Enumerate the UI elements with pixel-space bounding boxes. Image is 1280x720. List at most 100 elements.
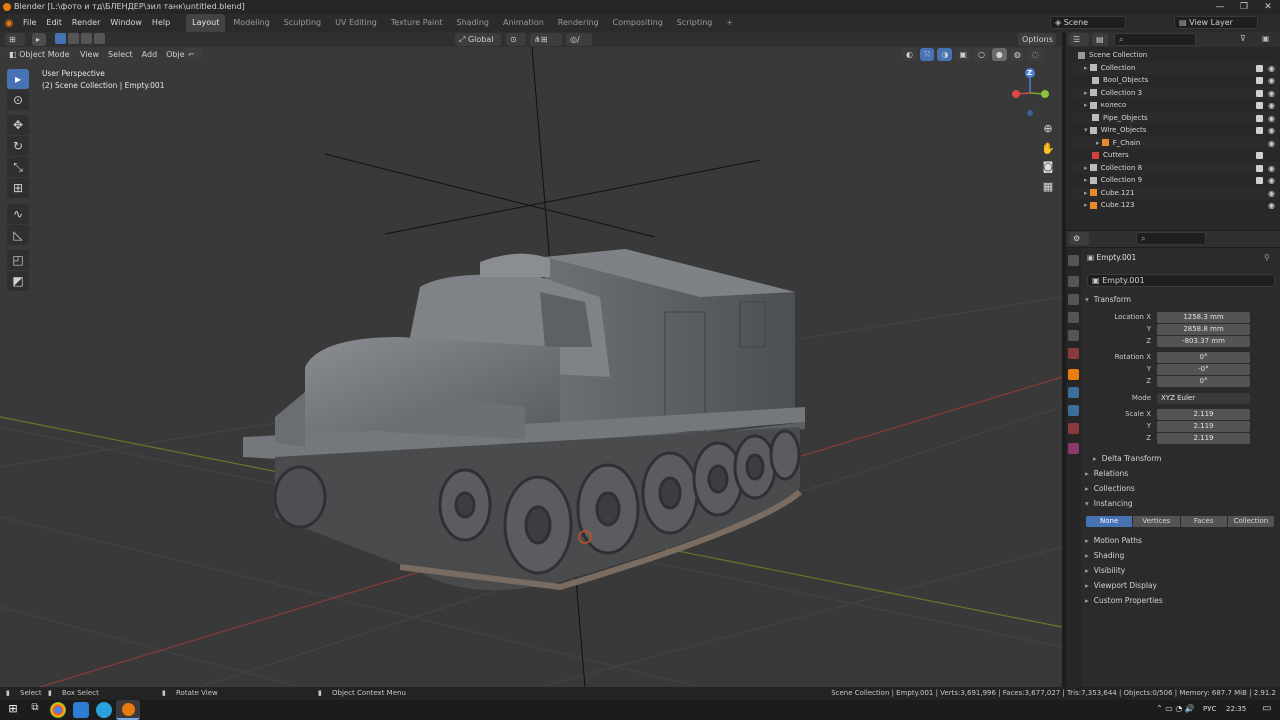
outliner-root[interactable]: Scene Collection [1072, 49, 1278, 62]
clock[interactable]: 22:35 [1226, 705, 1246, 713]
properties-search-input[interactable]: ⌕ [1136, 232, 1206, 245]
collections-section[interactable]: Collections [1085, 482, 1277, 495]
file-explorer-icon[interactable] [73, 702, 89, 718]
tab-uv-editing[interactable]: UV Editing [329, 14, 383, 32]
overlay-toggle-icon[interactable]: ◑ [937, 48, 953, 61]
select-subtract-icon[interactable] [81, 33, 92, 44]
output-tab-icon[interactable] [1068, 294, 1079, 305]
exclude-checkbox[interactable] [1256, 177, 1263, 184]
tray-icons[interactable]: ⌃ ▭ ◔ 🔊 [1156, 704, 1195, 713]
tool-tab-icon[interactable] [1068, 255, 1079, 266]
location-z-field[interactable]: -803.37 mm [1157, 336, 1250, 347]
notifications-icon[interactable]: ▭ [1262, 703, 1271, 714]
outliner-display-mode-icon[interactable]: ▤ [1092, 33, 1108, 46]
outliner-item[interactable]: Bool_Objects ◉ [1072, 74, 1278, 87]
exclude-checkbox[interactable] [1256, 127, 1263, 134]
tab-layout[interactable]: Layout [186, 14, 226, 32]
scale-tool[interactable]: ⤡ [7, 157, 29, 177]
outliner-item[interactable]: Pipe_Objects ◉ [1072, 111, 1278, 124]
move-tool[interactable]: ✥ [7, 115, 29, 135]
select-new-icon[interactable] [55, 33, 66, 44]
outliner-item[interactable]: ▾ Wire_Objects ◉ [1072, 124, 1278, 137]
xray-icon[interactable]: ▣ [955, 48, 971, 61]
menu-add[interactable]: Add [142, 48, 158, 61]
tab-modeling[interactable]: Modeling [227, 14, 275, 32]
rendered-shading-icon[interactable]: ◌ [1027, 48, 1043, 61]
transform-tool[interactable]: ⊞ [7, 178, 29, 198]
zoom-icon[interactable]: ⊕ [1039, 119, 1057, 137]
scale-z-field[interactable]: 2.119 [1157, 433, 1250, 444]
proportional-edit-icon[interactable]: ◎∕ [566, 33, 592, 46]
motion-paths-section[interactable]: Motion Paths [1085, 534, 1277, 547]
blender-taskbar-button[interactable] [116, 700, 140, 720]
tab-texture-paint[interactable]: Texture Paint [385, 14, 449, 32]
tab-rendering[interactable]: Rendering [552, 14, 605, 32]
blender-menu-icon[interactable]: ◉ [0, 18, 18, 29]
ortho-grid-icon[interactable]: ▦ [1039, 177, 1057, 195]
rotation-z-field[interactable]: 0° [1157, 376, 1250, 387]
visibility-section[interactable]: Visibility [1085, 564, 1277, 577]
view-layer-tab-icon[interactable] [1068, 312, 1079, 323]
exclude-checkbox[interactable] [1256, 152, 1263, 159]
gizmo-dropdown-icon[interactable]: ⌐ [184, 48, 202, 61]
outliner-item[interactable]: Cutters [1072, 149, 1278, 162]
telegram-icon[interactable] [96, 702, 112, 718]
options-dropdown[interactable]: Options [1018, 33, 1056, 46]
tab-animation[interactable]: Animation [497, 14, 550, 32]
tab-compositing[interactable]: Compositing [607, 14, 669, 32]
rotation-x-field[interactable]: 0° [1157, 352, 1250, 363]
snap-toggle-icon[interactable]: ⋔⊞ [530, 33, 562, 46]
delta-transform-section[interactable]: Delta Transform [1093, 452, 1273, 465]
menu-edit[interactable]: Edit [41, 14, 67, 32]
physics-tab-icon[interactable] [1068, 387, 1079, 398]
gizmo-toggle-icon[interactable]: ⤧ [919, 48, 935, 61]
shading-section[interactable]: Shading [1085, 549, 1277, 562]
exclude-checkbox[interactable] [1256, 114, 1263, 122]
tab-sculpting[interactable]: Sculpting [278, 14, 327, 32]
close-button[interactable]: ✕ [1256, 0, 1280, 14]
language-indicator[interactable]: РУС [1203, 705, 1216, 713]
transform-section-header[interactable]: Transform [1085, 293, 1277, 306]
select-intersect-icon[interactable] [94, 33, 105, 44]
constraints-tab-icon[interactable] [1068, 405, 1079, 416]
instancing-collection-button[interactable]: Collection [1227, 516, 1274, 527]
wireframe-shading-icon[interactable]: ○ [973, 48, 989, 61]
chrome-icon[interactable] [50, 702, 66, 718]
outliner-item[interactable]: ▸ Cube.123 ◉ [1072, 199, 1278, 212]
tab-shading[interactable]: Shading [450, 14, 495, 32]
properties-editor-icon[interactable]: ⚙ [1069, 232, 1089, 245]
viewport-display-section[interactable]: Viewport Display [1085, 579, 1277, 592]
visibility-icon[interactable]: ◐ [902, 48, 917, 61]
material-shading-icon[interactable]: ◍ [1009, 48, 1025, 61]
cursor-tool[interactable]: ⊙ [7, 90, 29, 110]
outliner-item[interactable]: ▸ Collection 3 ◉ [1072, 86, 1278, 99]
view-layer-selector[interactable]: ▤ View Layer [1174, 16, 1258, 29]
relations-section[interactable]: Relations [1085, 467, 1277, 480]
solid-shading-icon[interactable]: ● [991, 48, 1007, 61]
pin-icon[interactable]: ⚲ [1264, 253, 1270, 262]
menu-help[interactable]: Help [147, 14, 175, 32]
menu-select[interactable]: Select [108, 48, 133, 61]
exclude-checkbox[interactable] [1256, 164, 1263, 172]
3d-viewport[interactable]: User Perspective (2) Scene Collection | … [0, 47, 1062, 687]
outliner-item[interactable]: ▸ Collection 9 ◉ [1072, 174, 1278, 187]
annotate-tool[interactable]: ∿ [7, 204, 29, 224]
location-y-field[interactable]: 2858.8 mm [1157, 324, 1250, 335]
texture-tab-icon[interactable] [1068, 443, 1079, 454]
transform-orientation-dropdown[interactable]: ⤢ Global [455, 33, 501, 46]
outliner-item[interactable]: ▸ Cube.121 ◉ [1072, 186, 1278, 199]
outliner-search-input[interactable]: ⌕ [1114, 33, 1196, 46]
menu-file[interactable]: File [18, 14, 41, 32]
scale-x-field[interactable]: 2.119 [1157, 409, 1250, 420]
outliner-editor-icon[interactable]: ☰ [1069, 33, 1089, 46]
outliner-item[interactable]: ▸ Collection ◉ [1072, 61, 1278, 74]
tab-scripting[interactable]: Scripting [671, 14, 719, 32]
select-extend-icon[interactable] [68, 33, 79, 44]
object-tab-icon[interactable] [1068, 369, 1079, 380]
measure-tool[interactable]: ◺ [7, 225, 29, 245]
camera-view-icon[interactable]: ◙ [1039, 157, 1057, 175]
scene-selector[interactable]: ◈ Scene [1050, 16, 1126, 29]
rotation-y-field[interactable]: -0° [1157, 364, 1250, 375]
maximize-button[interactable]: ❐ [1232, 0, 1256, 14]
new-collection-icon[interactable]: ▣ [1262, 34, 1270, 43]
